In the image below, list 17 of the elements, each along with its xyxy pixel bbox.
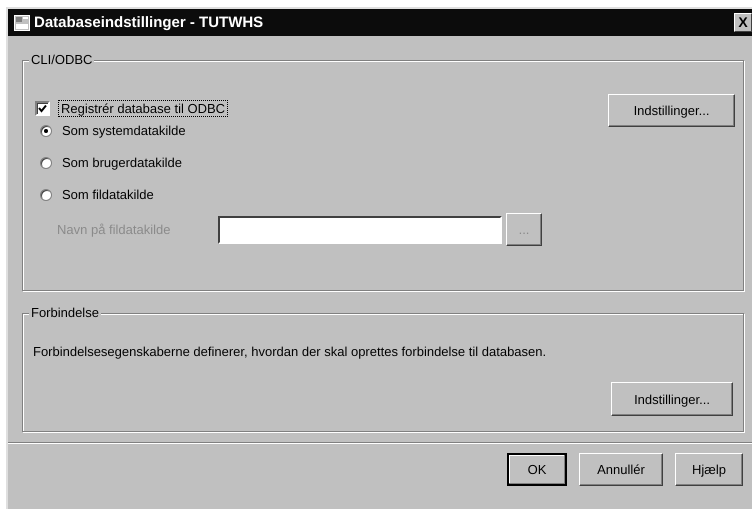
radio-button[interactable] [40, 156, 52, 168]
checkbox[interactable] [35, 101, 50, 116]
window-icon [14, 14, 30, 30]
settings-button[interactable]: Indstillinger... [611, 382, 733, 416]
description-text: Forbindelsesegenskaberne definerer, hvordan der skal oprettes forbindelse til databasen. [33, 344, 548, 359]
radio-label[interactable]: Som brugerdatakilde [62, 155, 182, 170]
settings-button[interactable]: Indstillinger... [608, 94, 735, 127]
radio-button[interactable] [40, 124, 52, 136]
radio-label[interactable]: Som fildatakilde [62, 187, 154, 202]
dialog-button[interactable]: OK [507, 453, 567, 486]
window-title: Databaseindstillinger - TUTWHS [34, 14, 264, 31]
checkbox-label[interactable]: Registrér database til ODBC [58, 100, 228, 117]
dialog-button[interactable]: Hjælp [675, 453, 743, 486]
dialog-button[interactable]: Annullér [579, 453, 663, 486]
radio-label[interactable]: Som systemdatakilde [62, 123, 186, 138]
radio-button[interactable] [40, 188, 52, 200]
close-button[interactable]: X [734, 13, 752, 32]
